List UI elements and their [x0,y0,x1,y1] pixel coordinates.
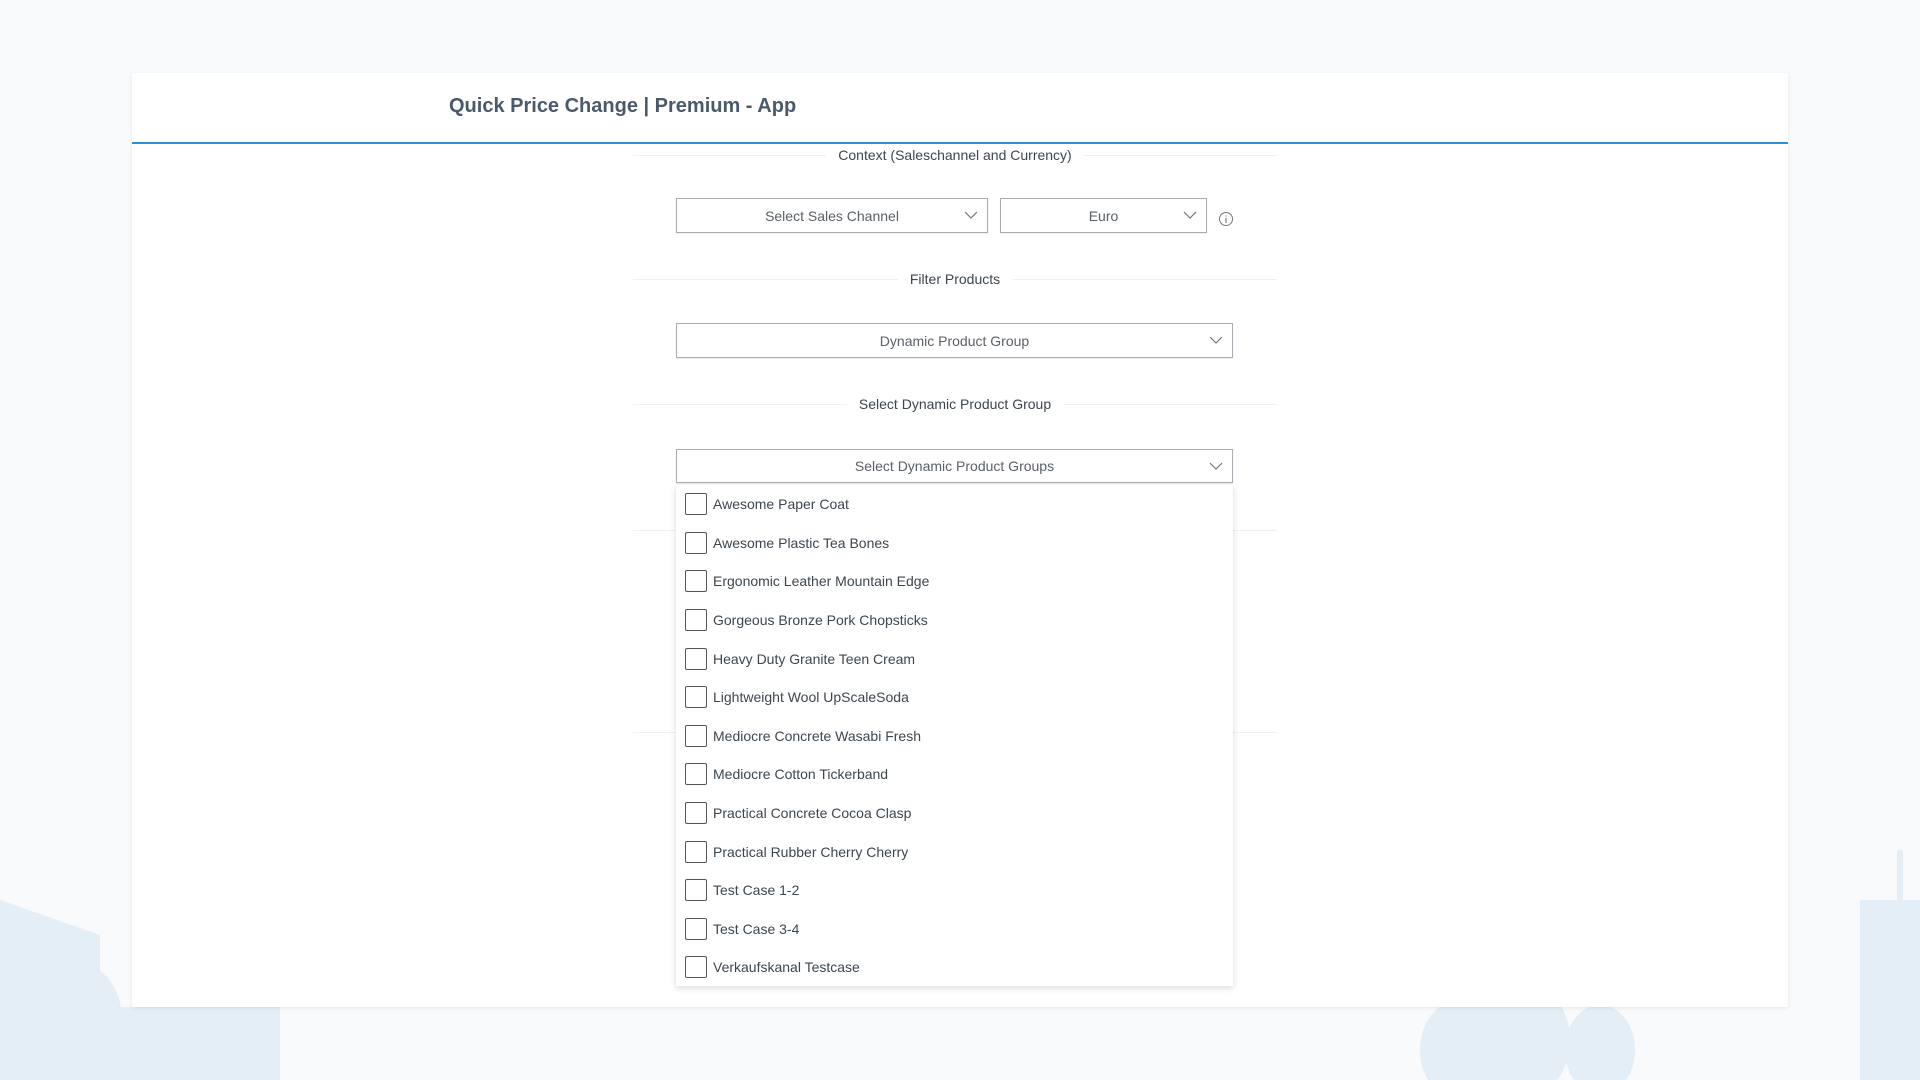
dropdown-option[interactable]: Test Case 1-2 [676,871,1233,910]
dropdown-option[interactable]: Awesome Plastic Tea Bones [676,524,1233,563]
sales-channel-select[interactable]: Select Sales Channel [676,198,988,233]
checkbox[interactable] [685,493,707,516]
app-card: Quick Price Change | Premium - App Conte… [132,73,1788,1007]
currency-value: Euro [1088,207,1119,224]
checkbox[interactable] [685,802,707,825]
checkbox[interactable] [685,647,707,670]
option-label: Heavy Duty Granite Teen Cream [713,650,916,667]
chevron-down-icon [1183,211,1197,219]
dropdown-option[interactable]: Verkaufskanal Testcase [676,948,1233,987]
dropdown-option[interactable]: Gorgeous Bronze Pork Chopsticks [676,601,1233,640]
checkbox[interactable] [685,609,707,632]
header: Quick Price Change | Premium - App [132,73,1788,144]
sales-channel-placeholder: Select Sales Channel [765,207,899,224]
currency-select[interactable]: Euro [1000,198,1207,233]
option-label: Practical Concrete Cocoa Clasp [713,805,912,822]
dynamic-product-groups-select[interactable]: Select Dynamic Product Groups [676,449,1233,483]
checkbox[interactable] [685,570,707,593]
option-label: Mediocre Cotton Tickerband [713,766,889,783]
option-label: Mediocre Concrete Wasabi Fresh [713,727,922,744]
filter-divider: Filter Products [633,269,1277,289]
option-label: Practical Rubber Cherry Cherry [713,843,909,860]
group-label: Select Dynamic Product Group [858,396,1052,412]
checkbox[interactable] [685,840,707,863]
checkbox[interactable] [685,686,707,709]
dropdown-option[interactable]: Awesome Paper Coat [676,485,1233,524]
context-label: Context (Saleschannel and Currency) [838,147,1072,163]
option-label: Awesome Paper Coat [713,496,849,513]
option-label: Verkaufskanal Testcase [713,959,860,976]
checkbox[interactable] [685,956,707,979]
option-label: Lightweight Wool UpScaleSoda [713,689,909,706]
dropdown-option[interactable]: Practical Rubber Cherry Cherry [676,832,1233,871]
page-title: Quick Price Change | Premium - App [449,95,797,117]
dropdown-option[interactable]: Heavy Duty Granite Teen Cream [676,639,1233,678]
option-label: Gorgeous Bronze Pork Chopsticks [713,612,928,629]
checkbox[interactable] [685,531,707,554]
group-divider: Select Dynamic Product Group [633,394,1277,414]
filter-label: Filter Products [909,271,1001,287]
checkbox[interactable] [685,917,707,940]
dropdown-option[interactable]: Practical Concrete Cocoa Clasp [676,794,1233,833]
dropdown-option[interactable]: Ergonomic Leather Mountain Edge [676,562,1233,601]
dropdown-option[interactable]: Mediocre Cotton Tickerband [676,755,1233,794]
option-label: Awesome Plastic Tea Bones [713,534,890,551]
checkbox[interactable] [685,879,707,902]
option-label: Test Case 1-2 [713,882,800,899]
dynamic-product-groups-dropdown: Awesome Paper Coat Awesome Plastic Tea Bo… [676,485,1233,986]
chevron-down-icon [1209,336,1223,344]
chevron-down-icon [964,211,978,219]
dropdown-option[interactable]: Test Case 3-4 [676,910,1233,949]
filter-type-select[interactable]: Dynamic Product Group [676,323,1233,358]
checkbox[interactable] [685,724,707,747]
dropdown-option[interactable]: Mediocre Concrete Wasabi Fresh [676,717,1233,756]
groups-placeholder: Select Dynamic Product Groups [854,458,1055,474]
filter-type-value: Dynamic Product Group [879,332,1030,349]
checkbox[interactable] [685,763,707,786]
chevron-down-icon [1209,462,1223,470]
dropdown-option[interactable]: Lightweight Wool UpScaleSoda [676,678,1233,717]
option-label: Test Case 3-4 [713,920,800,937]
info-icon[interactable] [1218,211,1234,227]
context-divider: Context (Saleschannel and Currency) [633,145,1277,165]
option-label: Ergonomic Leather Mountain Edge [713,573,930,590]
